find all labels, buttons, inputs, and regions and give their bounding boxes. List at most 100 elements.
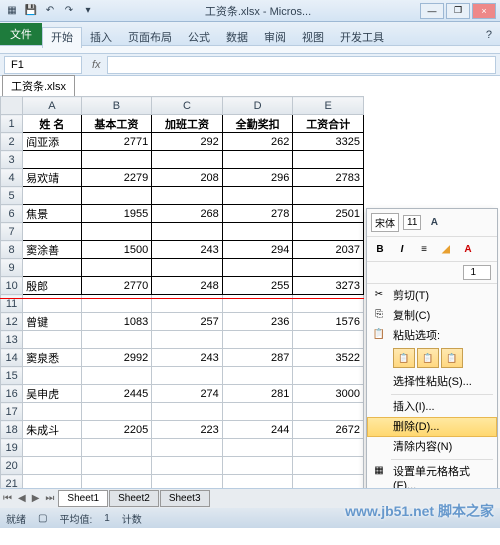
ribbon-tab[interactable]: 审阅: [256, 28, 294, 48]
formula-bar[interactable]: [107, 56, 496, 74]
ribbon-tab[interactable]: 数据: [218, 28, 256, 48]
name-cell[interactable]: 窦涂善: [23, 241, 81, 259]
data-cell[interactable]: 268: [152, 205, 223, 223]
col-header[interactable]: E: [293, 97, 364, 115]
workbook-tab-active[interactable]: 工资条.xlsx: [2, 75, 75, 96]
cell[interactable]: [152, 403, 223, 421]
cell[interactable]: [293, 367, 364, 385]
data-cell[interactable]: 2279: [81, 169, 152, 187]
select-all-corner[interactable]: [1, 97, 23, 115]
row-header[interactable]: 7: [1, 223, 23, 241]
cell[interactable]: [23, 403, 81, 421]
col-header[interactable]: A: [23, 97, 81, 115]
sheet-tab-2[interactable]: Sheet2: [109, 490, 159, 507]
header-cell[interactable]: 姓 名: [23, 115, 81, 133]
col-header[interactable]: D: [222, 97, 293, 115]
data-cell[interactable]: 262: [222, 133, 293, 151]
data-cell[interactable]: 243: [152, 241, 223, 259]
data-cell[interactable]: 3522: [293, 349, 364, 367]
data-cell[interactable]: 2037: [293, 241, 364, 259]
paste-opt-3[interactable]: 📋: [441, 348, 463, 368]
cell[interactable]: [81, 223, 152, 241]
row-header[interactable]: 12: [1, 313, 23, 331]
header-cell[interactable]: 全勤奖扣: [222, 115, 293, 133]
row-header[interactable]: 10: [1, 277, 23, 295]
cell[interactable]: [222, 367, 293, 385]
cell[interactable]: [23, 151, 81, 169]
row-header[interactable]: 3: [1, 151, 23, 169]
maximize-button[interactable]: ❐: [446, 3, 470, 19]
data-cell[interactable]: 2783: [293, 169, 364, 187]
name-cell[interactable]: 吴申虎: [23, 385, 81, 403]
data-cell[interactable]: 292: [152, 133, 223, 151]
row-header[interactable]: 6: [1, 205, 23, 223]
cell[interactable]: [81, 457, 152, 475]
cell[interactable]: [81, 475, 152, 489]
ctx-format-cells[interactable]: ▦设置单元格格式(F)...: [367, 462, 497, 488]
spreadsheet-grid[interactable]: ABCDE 1姓 名基本工资加班工资全勤奖扣工资合计2阎亚添2771292262…: [0, 96, 364, 488]
ribbon-tab[interactable]: 开发工具: [332, 28, 392, 48]
sheet-nav-first[interactable]: ⏮: [0, 493, 15, 504]
data-cell[interactable]: 3000: [293, 385, 364, 403]
row-header[interactable]: 21: [1, 475, 23, 489]
cell[interactable]: [293, 475, 364, 489]
cell[interactable]: [222, 331, 293, 349]
row-header[interactable]: 9: [1, 259, 23, 277]
cell[interactable]: [152, 367, 223, 385]
cell[interactable]: [152, 331, 223, 349]
font-select[interactable]: 宋体: [371, 213, 399, 232]
data-cell[interactable]: 281: [222, 385, 293, 403]
row-header[interactable]: 8: [1, 241, 23, 259]
cell[interactable]: [222, 259, 293, 277]
name-cell[interactable]: 朱成斗: [23, 421, 81, 439]
cell[interactable]: [222, 223, 293, 241]
cell[interactable]: [23, 367, 81, 385]
cell[interactable]: [152, 151, 223, 169]
cell[interactable]: [222, 475, 293, 489]
cell[interactable]: [152, 457, 223, 475]
data-cell[interactable]: 223: [152, 421, 223, 439]
data-cell[interactable]: 3325: [293, 133, 364, 151]
cell[interactable]: [293, 403, 364, 421]
qat-more-icon[interactable]: ▾: [80, 3, 96, 19]
font-grow-icon[interactable]: A: [425, 215, 443, 231]
row-header[interactable]: 14: [1, 349, 23, 367]
bold-button[interactable]: B: [371, 241, 389, 257]
ctx-insert[interactable]: 插入(I)...: [367, 397, 497, 417]
paste-opt-2[interactable]: 📋: [417, 348, 439, 368]
cell[interactable]: [293, 457, 364, 475]
data-cell[interactable]: 2205: [81, 421, 152, 439]
align-icon[interactable]: ≡: [415, 241, 433, 257]
cell[interactable]: [23, 223, 81, 241]
data-cell[interactable]: 257: [152, 313, 223, 331]
data-cell[interactable]: 255: [222, 277, 293, 295]
cell[interactable]: [81, 151, 152, 169]
save-icon[interactable]: 💾: [23, 3, 39, 19]
cell[interactable]: [293, 223, 364, 241]
ribbon-tab[interactable]: 开始: [42, 27, 82, 48]
row-header[interactable]: 16: [1, 385, 23, 403]
help-button[interactable]: ?: [478, 25, 500, 45]
redo-icon[interactable]: ↷: [61, 3, 77, 19]
ctx-copy[interactable]: ⎘复制(C): [367, 306, 497, 326]
ctx-delete[interactable]: 删除(D)...: [367, 417, 497, 437]
cell[interactable]: [222, 151, 293, 169]
sheet-tab-1[interactable]: Sheet1: [58, 490, 108, 507]
cell[interactable]: [152, 223, 223, 241]
status-record-icon[interactable]: ▢: [38, 513, 47, 524]
row-header[interactable]: 5: [1, 187, 23, 205]
row-header[interactable]: 2: [1, 133, 23, 151]
name-cell[interactable]: 曾键: [23, 313, 81, 331]
cell[interactable]: [23, 475, 81, 489]
cell[interactable]: [81, 403, 152, 421]
cell[interactable]: [152, 439, 223, 457]
data-cell[interactable]: 1083: [81, 313, 152, 331]
name-cell[interactable]: 易欢靖: [23, 169, 81, 187]
col-header[interactable]: B: [81, 97, 152, 115]
cell[interactable]: [152, 187, 223, 205]
size-select[interactable]: 11: [403, 215, 421, 230]
undo-icon[interactable]: ↶: [42, 3, 58, 19]
row-header[interactable]: 13: [1, 331, 23, 349]
ctx-clear[interactable]: 清除内容(N): [367, 437, 497, 457]
header-cell[interactable]: 基本工资: [81, 115, 152, 133]
